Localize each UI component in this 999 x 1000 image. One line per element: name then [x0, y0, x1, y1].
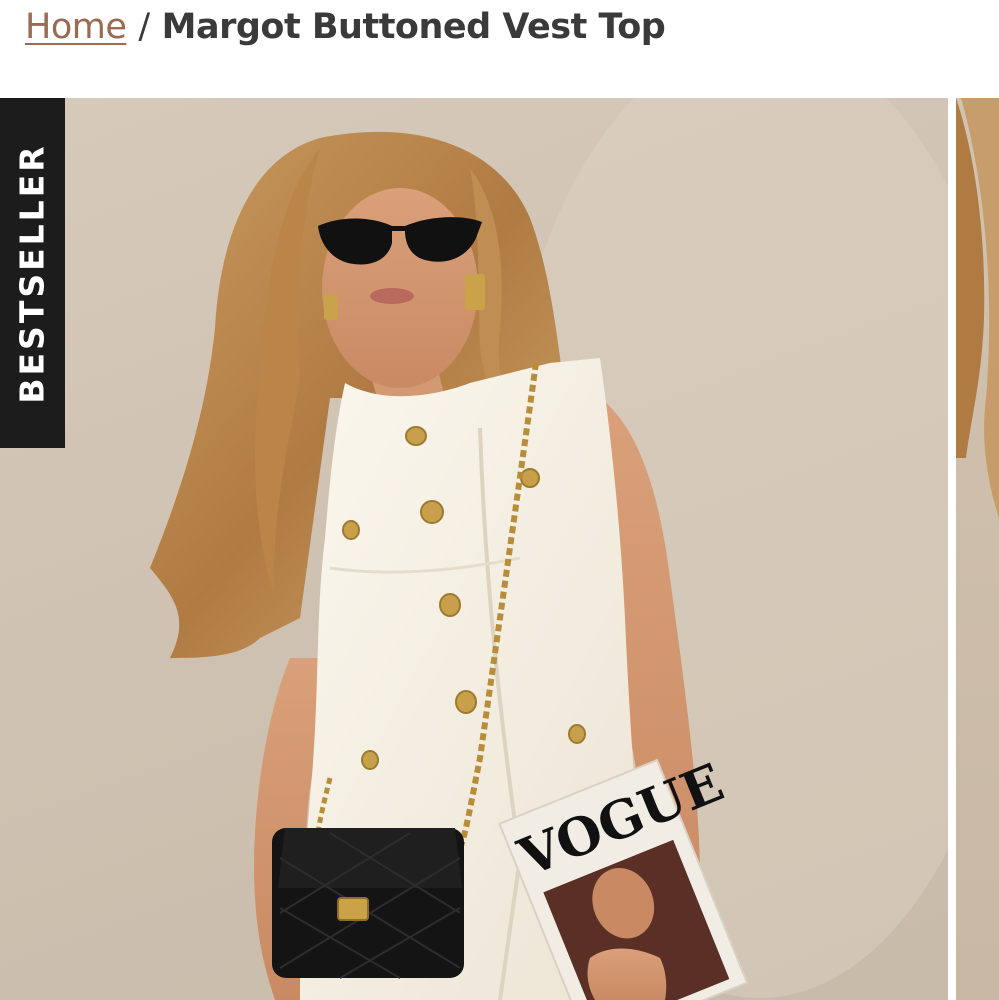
breadcrumb: Home / Margot Buttoned Vest Top [25, 2, 666, 52]
breadcrumb-separator: / [138, 7, 150, 47]
product-next-image-peek[interactable] [956, 98, 999, 1000]
next-photo-illustration [956, 98, 999, 518]
product-image-gallery[interactable]: VOGUE BESTSELLER [0, 98, 999, 1000]
bestseller-badge: BESTSELLER [0, 98, 65, 448]
breadcrumb-home-link[interactable]: Home [25, 7, 127, 47]
bestseller-badge-text: BESTSELLER [13, 142, 53, 404]
model-photo-illustration: VOGUE [0, 98, 948, 1000]
product-main-image[interactable]: VOGUE [0, 98, 948, 1000]
breadcrumb-current-page: Margot Buttoned Vest Top [161, 7, 666, 47]
